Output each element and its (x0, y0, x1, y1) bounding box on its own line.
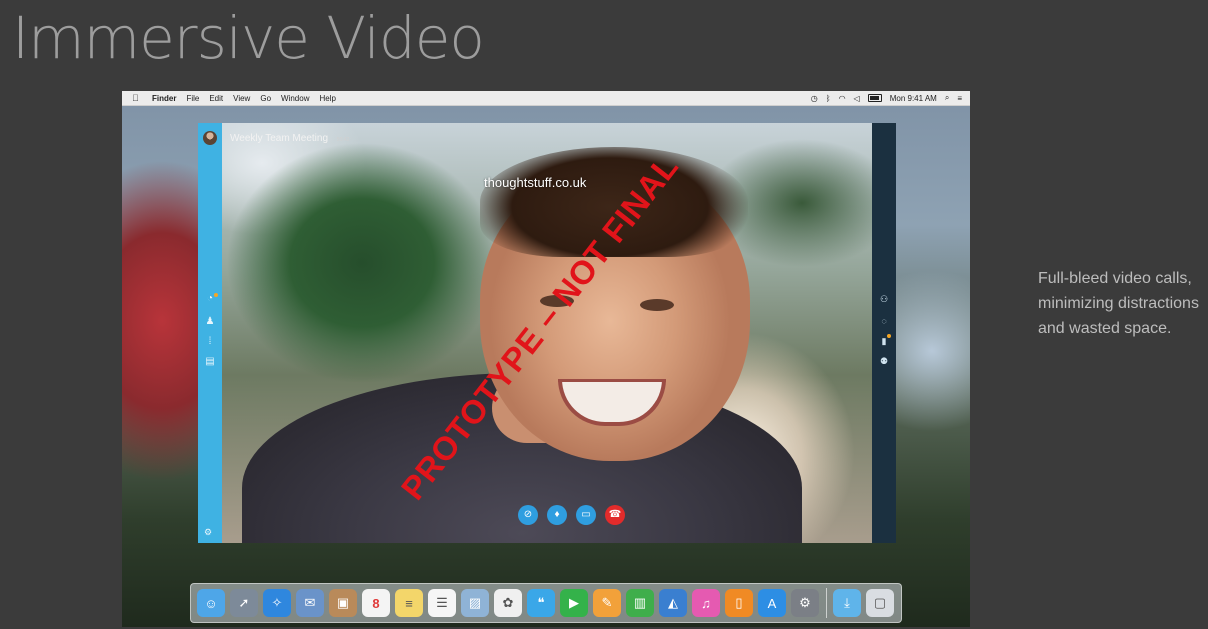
app-store-icon[interactable]: A (758, 589, 786, 617)
apple-menu-icon[interactable]:  (132, 93, 144, 103)
ibooks-icon[interactable]: ▯ (725, 589, 753, 617)
pages-icon[interactable]: ✎ (593, 589, 621, 617)
numbers-icon[interactable]: ▥ (626, 589, 654, 617)
video-off-icon: ⊘ (523, 509, 533, 520)
downloads-folder-icon[interactable]: ⤓ (833, 589, 861, 617)
menubar-clock[interactable]: Mon 9:41 AM (890, 94, 937, 103)
mac-screenshot:  Finder File Edit View Go Window Help ◷… (122, 91, 970, 627)
hang-up-icon: ☎ (608, 509, 622, 520)
spotlight-search-icon[interactable]: ⌕ (945, 93, 949, 103)
time-machine-icon[interactable]: ◷ (811, 94, 818, 103)
bluetooth-icon[interactable]: ᛒ (826, 94, 831, 103)
menubar-status: ◷ ᛒ ◠ ◁ Mon 9:41 AM ⌕ ≡ (803, 93, 962, 103)
notes-icon[interactable]: ≡ (395, 589, 423, 617)
toggle-video-button[interactable]: ⊘ (518, 505, 538, 525)
menu-view[interactable]: View (233, 94, 250, 103)
contacts-icon[interactable]: ▣ (329, 589, 357, 617)
volume-icon[interactable]: ◁ (854, 94, 860, 103)
menu-help[interactable]: Help (319, 94, 335, 103)
participant-eye-right (640, 299, 674, 311)
skype-call-window: ◔ ♟ ⁞ ▤ ⚙ Weekly Team Meeting 50:42 thou… (198, 123, 896, 543)
trash-icon[interactable]: ▢ (866, 589, 894, 617)
call-title-bar: Weekly Team Meeting 50:42 (230, 133, 349, 144)
calendar-icon[interactable]: ▤ (204, 356, 216, 368)
dialpad-icon[interactable]: ⁞ (204, 336, 216, 348)
video-feed: Weekly Team Meeting 50:42 thoughtstuff.c… (222, 123, 872, 543)
finder-icon[interactable]: ☺ (197, 589, 225, 617)
call-duration: 50:42 (336, 137, 350, 143)
launchpad-icon[interactable]: ➚ (230, 589, 258, 617)
slide: Immersive Video Full-bleed video calls, … (0, 0, 1208, 629)
participants-icon[interactable]: ⚇ (878, 293, 890, 305)
dock-separator (826, 588, 827, 618)
itunes-icon[interactable]: ♫ (692, 589, 720, 617)
system-preferences-icon[interactable]: ⚙ (791, 589, 819, 617)
share-screen-button[interactable]: ▭ (576, 505, 596, 525)
right-sidebar: ⚇ ◌ ▮ ⚉ ••• (872, 123, 896, 543)
contacts-icon[interactable]: ♟ (204, 316, 216, 328)
unread-dot (214, 293, 218, 297)
microphone-icon: ♦ (554, 509, 560, 520)
left-sidebar: ◔ ♟ ⁞ ▤ ⚙ (198, 123, 222, 543)
menu-go[interactable]: Go (260, 94, 271, 103)
safari-icon[interactable]: ✧ (263, 589, 291, 617)
wifi-icon[interactable]: ◠ (839, 94, 846, 103)
chat-icon[interactable]: ◌ (878, 315, 890, 327)
mac-dock: ☺ ➚ ✧ ✉ ▣ 8 ≡ ☰ ▨ ✿ ❝ ▶ ✎ ▥ ◭ ♫ ▯ A ⚙ ⤓ ▢ (190, 583, 902, 623)
settings-gear-icon[interactable]: ⚙ (204, 527, 212, 538)
screen-share-icon: ▭ (581, 509, 591, 520)
add-people-icon[interactable]: ⚉ (878, 355, 890, 367)
mute-button[interactable]: ♦ (547, 505, 567, 525)
messages-icon[interactable]: ❝ (527, 589, 555, 617)
menu-file[interactable]: File (186, 94, 199, 103)
files-unread-dot (887, 334, 891, 338)
slide-title: Immersive Video (12, 4, 485, 72)
keynote-icon[interactable]: ◭ (659, 589, 687, 617)
call-title: Weekly Team Meeting (230, 133, 329, 144)
menu-finder[interactable]: Finder (152, 94, 176, 103)
mac-menubar:  Finder File Edit View Go Window Help ◷… (122, 91, 970, 106)
menu-window[interactable]: Window (281, 94, 309, 103)
slide-caption: Full-bleed video calls, minimizing distr… (1038, 270, 1199, 337)
photos-icon[interactable]: ✿ (494, 589, 522, 617)
notification-center-icon[interactable]: ≡ (957, 94, 962, 103)
end-call-button[interactable]: ☎ (605, 505, 625, 525)
website-watermark: thoughtstuff.co.uk (484, 175, 587, 190)
user-avatar[interactable] (203, 131, 217, 145)
preview-icon[interactable]: ▨ (461, 589, 489, 617)
call-controls: ⊘ ♦ ▭ ☎ (518, 505, 634, 527)
reminders-icon[interactable]: ☰ (428, 589, 456, 617)
mail-icon[interactable]: ✉ (296, 589, 324, 617)
calendar-icon[interactable]: 8 (362, 589, 390, 617)
battery-icon[interactable] (867, 94, 882, 102)
facetime-icon[interactable]: ▶ (560, 589, 588, 617)
menu-edit[interactable]: Edit (209, 94, 223, 103)
